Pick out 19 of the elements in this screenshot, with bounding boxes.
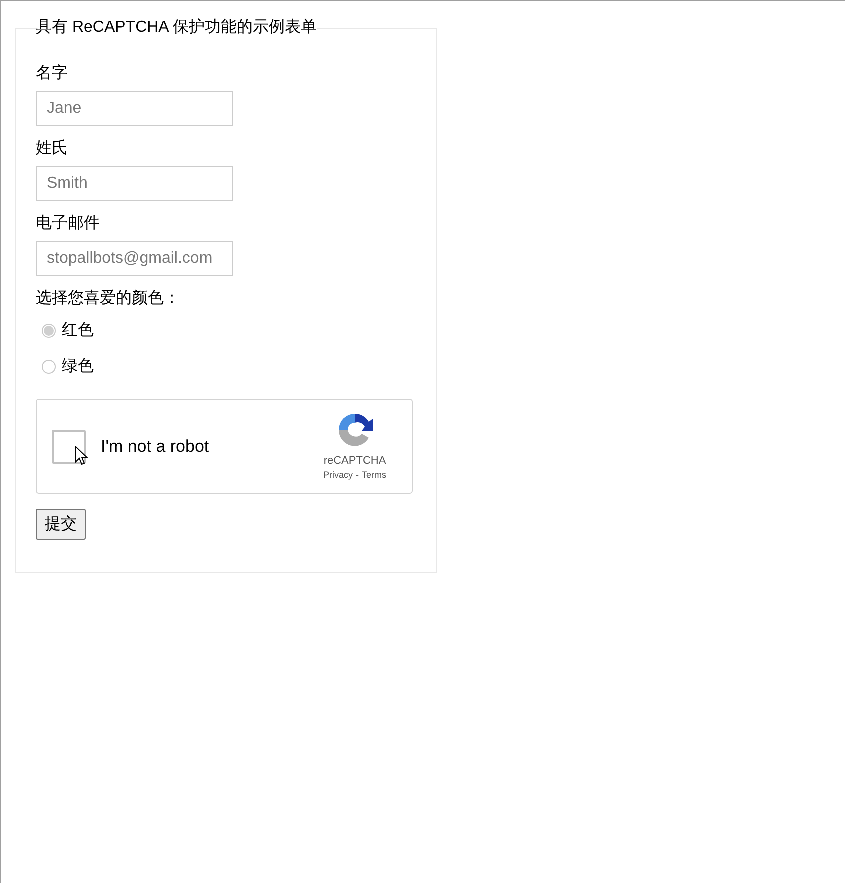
form-legend: 具有 ReCAPTCHA 保护功能的示例表单	[36, 16, 317, 40]
input-field[interactable]: stopallbots@gmail.com	[36, 241, 233, 276]
submit-button[interactable]: 提交	[36, 509, 86, 540]
captcha-label: I'm not a robot	[101, 436, 210, 458]
terms-link[interactable]: Terms	[362, 469, 386, 482]
cursor-icon	[75, 446, 88, 466]
question-label: 选择您喜爱的颜色：	[36, 289, 180, 309]
radio-button[interactable]	[42, 324, 56, 338]
field-label: 名字	[36, 64, 68, 84]
radio-button[interactable]	[42, 360, 56, 374]
radio-label: 红色	[62, 321, 94, 341]
captcha-brand: reCAPTCHA	[324, 454, 386, 468]
input-field[interactable]: Jane	[36, 91, 233, 126]
privacy-link[interactable]: Privacy	[323, 469, 353, 482]
radio-label: 绿色	[62, 357, 94, 377]
field-label: 电子邮件	[36, 214, 100, 234]
field-label: 姓氏	[36, 139, 68, 159]
input-field[interactable]: Smith	[36, 166, 233, 201]
separator-text: -	[356, 469, 359, 482]
